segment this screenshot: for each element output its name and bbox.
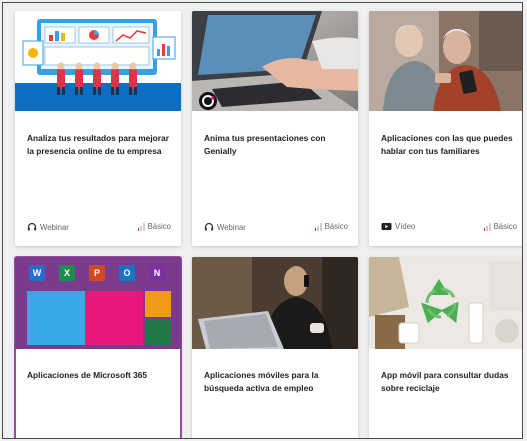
card-type: Webinar xyxy=(204,222,246,232)
video-icon xyxy=(381,222,392,231)
card-image-laptop xyxy=(192,11,358,111)
onenote-icon: N xyxy=(153,268,161,278)
card-footer: Webinar Básico xyxy=(204,222,348,234)
course-card-analiza[interactable]: Analiza tus resultados para mejorar la p… xyxy=(15,11,181,246)
card-footer: Webinar Básico xyxy=(27,222,171,234)
card-level: Básico xyxy=(137,222,171,231)
powerpoint-icon: P xyxy=(93,268,100,278)
card-image-microsoft-365: W X P O N xyxy=(15,257,181,349)
level-bars-icon xyxy=(137,223,145,231)
course-card-familiares[interactable]: Aplicaciones con las que puedes hablar c… xyxy=(369,11,522,246)
course-card-microsoft-365[interactable]: W X P O N Aplicaciones de Microsoft 365 xyxy=(14,256,182,438)
card-type-label: Webinar xyxy=(217,222,246,232)
card-level-label: Básico xyxy=(324,222,348,231)
card-title: Anima tus presentaciones con Genially xyxy=(204,133,326,156)
card-image-man-phone xyxy=(192,257,358,349)
word-icon: W xyxy=(32,268,42,278)
course-card-reciclaje[interactable]: App móvil para consultar dudas sobre rec… xyxy=(369,257,522,438)
card-type-label: Webinar xyxy=(40,222,69,232)
card-image-analytics xyxy=(15,11,181,111)
level-bars-icon xyxy=(314,223,322,231)
outlook-icon: O xyxy=(123,268,131,278)
card-title: Aplicaciones de Microsoft 365 xyxy=(27,370,148,380)
card-type-label: Vídeo xyxy=(395,222,416,231)
card-level-label: Básico xyxy=(493,222,517,231)
card-level-label: Básico xyxy=(147,222,171,231)
headset-icon xyxy=(27,222,37,232)
course-grid: Analiza tus resultados para mejorar la p… xyxy=(2,2,523,439)
card-title: Aplicaciones con las que puedes hablar c… xyxy=(381,133,513,156)
card-image-elderly-couple xyxy=(369,11,522,111)
course-card-empleo[interactable]: Aplicaciones móviles para la búsqueda ac… xyxy=(192,257,358,438)
excel-icon: X xyxy=(63,268,70,278)
level-bars-icon xyxy=(483,223,491,231)
card-title: Aplicaciones móviles para la búsqueda ac… xyxy=(204,370,319,393)
card-image-recycling xyxy=(369,257,522,349)
card-level: Básico xyxy=(314,222,348,231)
card-type: Webinar xyxy=(27,222,69,232)
headset-icon xyxy=(204,222,214,232)
card-title: App móvil para consultar dudas sobre rec… xyxy=(381,370,509,393)
card-footer: Vídeo Básico xyxy=(381,222,517,234)
card-level: Básico xyxy=(483,222,517,231)
card-title: Analiza tus resultados para mejorar la p… xyxy=(27,133,169,156)
card-type: Vídeo xyxy=(381,222,415,231)
course-card-genially[interactable]: Anima tus presentaciones con Genially We… xyxy=(192,11,358,246)
